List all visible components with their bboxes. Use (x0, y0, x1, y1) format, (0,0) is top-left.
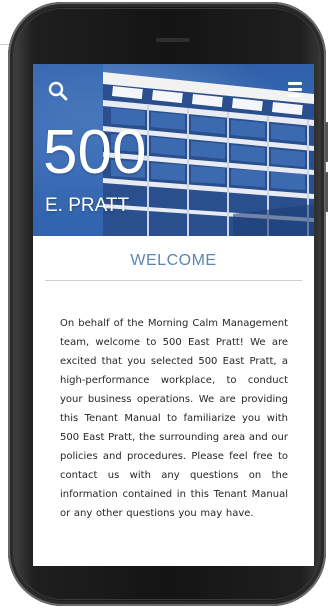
hero-banner: 500 E. PRATT (33, 64, 314, 236)
welcome-heading: WELCOME (130, 252, 217, 269)
phone-screen: 500 E. PRATT WELCOME On behalf of the Mo… (33, 64, 314, 566)
hero-building-street: E. PRATT (45, 195, 130, 216)
hero-building-number: 500 (43, 118, 147, 187)
earpiece (156, 38, 190, 42)
welcome-body-text: On behalf of the Morning Calm Management… (60, 318, 288, 519)
search-icon[interactable] (47, 80, 69, 102)
heading-divider (45, 280, 302, 281)
phone-chin (8, 566, 326, 606)
hamburger-menu-icon[interactable] (288, 82, 302, 97)
